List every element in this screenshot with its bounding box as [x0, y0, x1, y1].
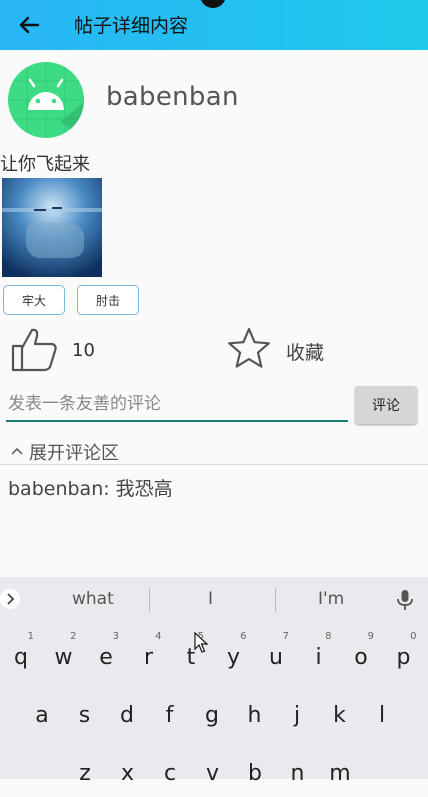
key-label: r [143, 644, 154, 670]
key-number-hint: 7 [282, 631, 289, 642]
key-c[interactable]: c [151, 749, 189, 797]
suggestion[interactable]: I [208, 589, 213, 609]
key-s[interactable]: s [66, 691, 104, 739]
expand-comments-label: 展开评论区 [29, 443, 119, 464]
key-label: q [14, 644, 28, 670]
key-m[interactable]: m [321, 749, 359, 797]
android-logo-icon [8, 62, 84, 138]
key-label: u [269, 644, 283, 670]
key-label: j [293, 702, 301, 728]
key-label: p [396, 644, 411, 670]
key-label: m [329, 760, 351, 786]
favorite-label[interactable]: 收藏 [286, 338, 324, 365]
key-x[interactable]: x [109, 749, 147, 797]
key-label: l [378, 702, 386, 728]
avatar[interactable] [8, 62, 84, 138]
key-label: h [247, 702, 262, 728]
key-q[interactable]: q1 [2, 631, 40, 681]
key-l[interactable]: l [363, 691, 401, 739]
key-e[interactable]: e3 [87, 631, 125, 681]
key-label: g [205, 702, 219, 728]
back-arrow-icon[interactable] [14, 10, 44, 40]
key-v[interactable]: v [194, 749, 232, 797]
key-label: i [315, 644, 322, 670]
key-label: w [54, 644, 73, 670]
key-h[interactable]: h [236, 691, 274, 739]
microphone-icon[interactable] [396, 589, 414, 611]
suggestion[interactable]: what [72, 589, 114, 609]
key-number-hint: 9 [367, 631, 374, 642]
chevron-up-icon [11, 447, 23, 455]
key-label: e [99, 644, 113, 670]
key-b[interactable]: b [236, 749, 274, 797]
suggestion-separator [149, 588, 150, 612]
key-j[interactable]: j [278, 691, 316, 739]
key-z[interactable]: z [66, 749, 104, 797]
key-label: s [78, 702, 91, 728]
key-g[interactable]: g [193, 691, 231, 739]
suggestion-bar: what I I'm [0, 577, 428, 621]
key-label: k [333, 702, 346, 728]
star-icon[interactable] [226, 326, 272, 370]
key-y[interactable]: y6 [215, 631, 253, 681]
tag-chip[interactable]: 肘击 [77, 285, 139, 315]
key-f[interactable]: f [151, 691, 189, 739]
key-i[interactable]: i8 [300, 631, 338, 681]
chevron-right-icon[interactable] [0, 589, 20, 609]
comment-submit-button[interactable]: 评论 [355, 386, 417, 424]
key-label: o [354, 644, 368, 670]
key-number-hint: 3 [112, 631, 119, 642]
key-label: y [226, 644, 241, 670]
key-label: c [163, 760, 177, 786]
page-title: 帖子详细内容 [74, 15, 189, 37]
key-number-hint: 4 [155, 631, 162, 642]
comment-item: babenban: 我恐高 [8, 478, 173, 500]
key-label: v [205, 760, 220, 786]
comment-input[interactable] [6, 388, 348, 422]
key-number-hint: 8 [325, 631, 332, 642]
expand-comments-toggle[interactable]: 展开评论区 [10, 439, 119, 465]
key-number-hint: 0 [410, 631, 417, 642]
key-label: b [248, 760, 262, 786]
key-label: z [79, 760, 91, 786]
suggestion-separator [275, 588, 276, 612]
key-u[interactable]: u7 [257, 631, 295, 681]
key-label: n [290, 760, 305, 786]
post-image[interactable] [2, 178, 102, 277]
key-label: a [35, 702, 49, 728]
soft-keyboard: what I I'm q1w2e3r4t5y6u7i8o9p0asdfghjkl… [0, 577, 428, 786]
key-number-hint: 1 [27, 631, 34, 642]
key-n[interactable]: n [279, 749, 317, 797]
key-number-hint: 2 [70, 631, 77, 642]
suggestion[interactable]: I'm [318, 589, 344, 609]
key-a[interactable]: a [23, 691, 61, 739]
key-label: d [120, 702, 134, 728]
key-d[interactable]: d [108, 691, 146, 739]
key-number-hint: 6 [240, 631, 247, 642]
key-r[interactable]: r4 [130, 631, 168, 681]
key-w[interactable]: w2 [45, 631, 83, 681]
post-text: 让你飞起来 [0, 154, 90, 175]
thumbs-up-icon[interactable] [10, 326, 58, 372]
tag-chip[interactable]: 牢大 [3, 285, 65, 315]
key-p[interactable]: p0 [385, 631, 423, 681]
key-label: f [165, 702, 174, 728]
key-o[interactable]: o9 [342, 631, 380, 681]
like-count: 10 [72, 340, 95, 361]
key-label: x [120, 760, 135, 786]
author-username[interactable]: babenban [106, 82, 239, 112]
mouse-cursor-icon [194, 632, 208, 653]
key-k[interactable]: k [321, 691, 359, 739]
divider [0, 464, 428, 465]
